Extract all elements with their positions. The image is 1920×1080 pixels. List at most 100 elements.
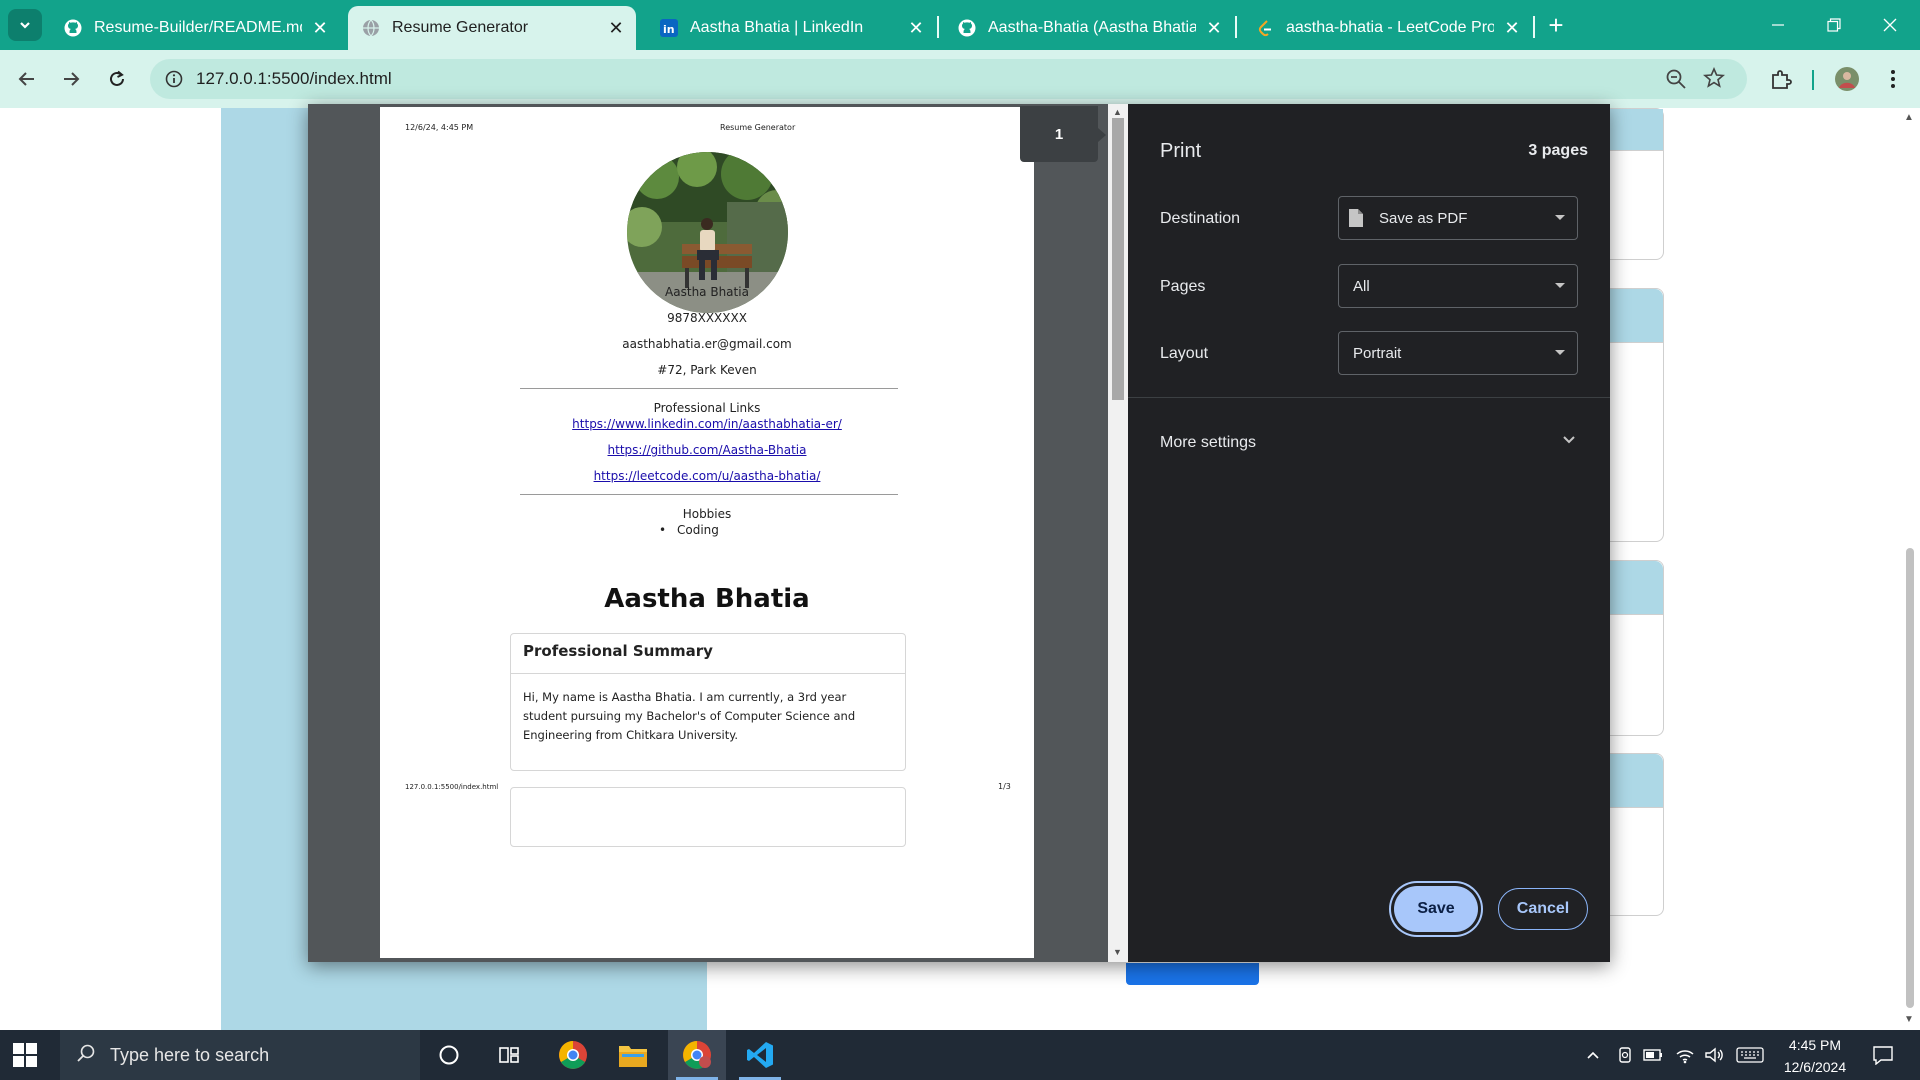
zoom-icon[interactable]	[1665, 68, 1687, 95]
file-explorer-icon[interactable]	[604, 1030, 662, 1080]
pages-label: Pages	[1160, 278, 1206, 295]
tab-leetcode[interactable]: aastha-bhatia - LeetCode Profile ✕	[1242, 6, 1532, 50]
linkedin-link[interactable]: https://www.linkedin.com/in/aasthabhatia…	[572, 417, 842, 431]
scroll-thumb[interactable]	[1906, 548, 1914, 1008]
browser-toolbar: 127.0.0.1:5500/index.html	[0, 50, 1920, 108]
page-count: 3 pages	[1528, 142, 1588, 159]
summary-heading: Professional Summary	[511, 634, 905, 674]
vscode-icon[interactable]	[731, 1030, 789, 1080]
scroll-thumb[interactable]	[1112, 118, 1124, 400]
close-icon[interactable]: ✕	[906, 18, 926, 38]
tab-title: Resume Generator	[392, 19, 529, 36]
new-tab-button[interactable]: +	[1542, 10, 1570, 40]
page-header-date: 12/6/24, 4:45 PM	[405, 123, 474, 132]
page-scrollbar[interactable]: ▲ ▼	[1900, 108, 1920, 1030]
tab-search-button[interactable]	[8, 9, 42, 41]
tab-readme[interactable]: Resume-Builder/README.md at ✕	[50, 6, 340, 50]
close-window-button[interactable]	[1870, 8, 1910, 42]
cancel-button[interactable]: Cancel	[1498, 888, 1588, 930]
windows-start-icon[interactable]	[12, 1042, 38, 1068]
github-icon	[64, 19, 82, 37]
restore-icon	[1827, 18, 1841, 32]
summary-text: Hi, My name is Aastha Bhatia. I am curre…	[523, 690, 856, 742]
print-dialog: 12/6/24, 4:45 PM Resume Generator Aastha…	[308, 104, 1610, 962]
layout-value: Portrait	[1353, 345, 1402, 362]
layout-select[interactable]: Portrait	[1338, 331, 1578, 375]
site-info-icon[interactable]	[160, 65, 188, 93]
taskbar-clock[interactable]: 4:45 PM 12/6/2024	[1770, 1034, 1860, 1078]
more-settings-toggle[interactable]: More settings	[1160, 434, 1256, 452]
more-vert-icon	[1891, 70, 1895, 88]
professional-summary-card: Professional Summary Hi, My name is Aast…	[510, 633, 906, 771]
back-button[interactable]	[12, 64, 42, 94]
arrow-left-icon	[18, 72, 34, 86]
resume-phone: 9878XXXXXX	[667, 311, 747, 325]
minimize-button[interactable]	[1758, 8, 1798, 42]
profile-avatar[interactable]	[1832, 64, 1862, 94]
pages-select[interactable]: All	[1338, 264, 1578, 308]
close-icon[interactable]: ✕	[310, 18, 330, 38]
toolbar-separator	[1812, 70, 1814, 90]
tab-title: Resume-Builder/README.md at	[94, 19, 302, 36]
search-placeholder: Type here to search	[110, 1044, 270, 1065]
close-icon[interactable]: ✕	[606, 18, 626, 38]
linkedin-icon: in	[660, 19, 678, 37]
hobbies-heading: Hobbies	[682, 507, 732, 521]
tab-github-profile[interactable]: Aastha-Bhatia (Aastha Bhatia) ✕	[944, 6, 1234, 50]
page-footer-number: 1/3	[998, 782, 1011, 791]
address-bar[interactable]: 127.0.0.1:5500/index.html	[150, 59, 1747, 99]
bookmark-star-icon[interactable]	[1702, 66, 1726, 94]
save-button[interactable]: Save	[1394, 886, 1478, 932]
close-icon[interactable]: ✕	[1204, 18, 1224, 38]
reload-button[interactable]	[102, 64, 132, 94]
github-link[interactable]: https://github.com/Aastha-Bhatia	[608, 443, 807, 457]
divider	[1128, 397, 1610, 398]
close-icon[interactable]: ✕	[1502, 18, 1522, 38]
preview-scrollbar[interactable]: ▲ ▼	[1108, 104, 1128, 962]
close-icon	[1883, 18, 1897, 32]
avatar	[1835, 67, 1859, 91]
wifi-icon[interactable]	[1674, 1045, 1696, 1065]
tab-title: Aastha-Bhatia (Aastha Bhatia)	[988, 19, 1196, 36]
restore-button[interactable]	[1814, 8, 1854, 42]
svg-text:in: in	[663, 23, 675, 36]
url-text[interactable]: 127.0.0.1:5500/index.html	[196, 69, 392, 89]
chevron-down-icon[interactable]	[1560, 430, 1578, 453]
document-icon	[1348, 208, 1364, 232]
leetcode-icon	[1256, 19, 1274, 37]
scroll-down-icon[interactable]: ▼	[1113, 947, 1122, 957]
page-number-badge: 1	[1020, 106, 1106, 162]
cortana-icon[interactable]	[420, 1030, 478, 1080]
forward-button[interactable]	[56, 64, 86, 94]
chrome-running-icon[interactable]	[668, 1030, 726, 1080]
leetcode-link[interactable]: https://leetcode.com/u/aastha-bhatia/	[594, 469, 821, 483]
extensions-button[interactable]	[1766, 64, 1796, 94]
speaker-icon[interactable]	[1703, 1045, 1725, 1065]
tab-resume-generator[interactable]: Resume Generator ✕	[348, 6, 636, 50]
notification-icon[interactable]	[1870, 1045, 1896, 1065]
preview-page: 12/6/24, 4:45 PM Resume Generator Aastha…	[380, 107, 1034, 958]
tab-separator	[1235, 16, 1237, 38]
divider	[520, 494, 898, 495]
destination-select[interactable]: Save as PDF	[1338, 196, 1578, 240]
task-view-icon[interactable]	[480, 1030, 538, 1080]
arrow-right-icon	[64, 72, 80, 86]
taskbar-search-box[interactable]: Type here to search	[60, 1030, 420, 1080]
menu-button[interactable]	[1878, 64, 1908, 94]
battery-icon[interactable]	[1642, 1045, 1664, 1065]
resume-address: #72, Park Keven	[657, 363, 757, 377]
keyboard-icon[interactable]	[1736, 1045, 1764, 1065]
device-icon[interactable]	[1614, 1045, 1636, 1065]
chevron-up-icon[interactable]	[1582, 1045, 1604, 1065]
chrome-icon[interactable]	[544, 1030, 602, 1080]
tab-linkedin[interactable]: in Aastha Bhatia | LinkedIn ✕	[646, 6, 936, 50]
print-title: Print	[1160, 140, 1202, 162]
scroll-up-icon[interactable]: ▲	[1113, 107, 1122, 117]
generate-button[interactable]	[1126, 963, 1259, 985]
clock-date: 12/6/2024	[1783, 1059, 1847, 1075]
layout-label: Layout	[1160, 345, 1209, 362]
scroll-down-icon[interactable]: ▼	[1904, 1014, 1914, 1025]
scroll-up-icon[interactable]: ▲	[1904, 112, 1914, 123]
tab-strip: Resume-Builder/README.md at ✕ Resume Gen…	[0, 0, 1920, 50]
globe-icon	[362, 19, 380, 37]
